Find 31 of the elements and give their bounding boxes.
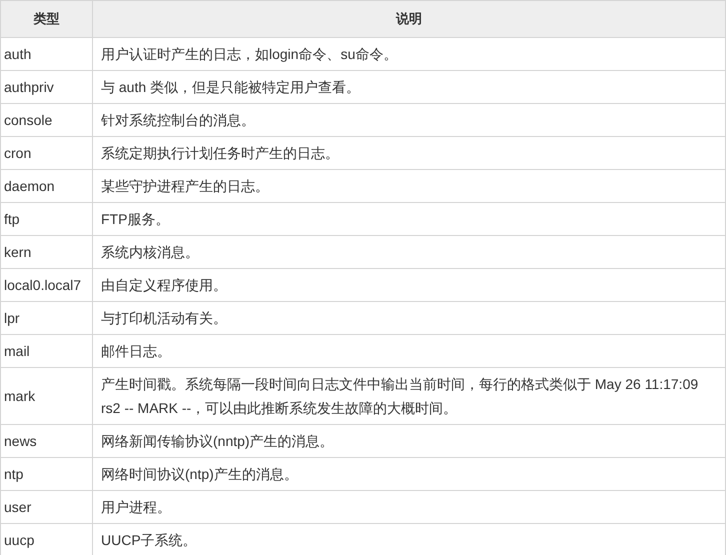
- column-header: 说明: [92, 0, 726, 38]
- table-cell: console: [0, 104, 92, 136]
- table-cell: 邮件日志。: [92, 334, 726, 368]
- table-cell: 系统定期执行计划任务时产生的日志。: [92, 136, 726, 170]
- table-cell: 针对系统控制台的消息。: [92, 104, 726, 136]
- table-cell: 某些守护进程产生的日志。: [92, 170, 726, 202]
- table-cell: 用户认证时产生的日志，如login命令、su命令。: [92, 38, 726, 70]
- table-cell: 网络新闻传输协议(nntp)产生的消息。: [92, 424, 726, 458]
- table-cell: news: [0, 424, 92, 458]
- table-cell: local0.local7: [0, 268, 92, 302]
- table-cell: user: [0, 490, 92, 524]
- table-cell: 由自定义程序使用。: [92, 268, 726, 302]
- table-cell: 与 auth 类似，但是只能被特定用户查看。: [92, 70, 726, 104]
- table-cell: auth: [0, 38, 92, 70]
- table-cell: kern: [0, 236, 92, 268]
- table-cell: mark: [0, 368, 92, 424]
- column-header: 类型: [0, 0, 92, 38]
- table-cell: 与打印机活动有关。: [92, 302, 726, 334]
- table-cell: uucp: [0, 524, 92, 555]
- table-cell: authpriv: [0, 70, 92, 104]
- table-cell: 产生时间戳。系统每隔一段时间向日志文件中输出当前时间，每行的格式类似于 May 26 11:17:09 rs2 -- MARK --，可以由此推断系统发生故障的大概时间。: [92, 368, 726, 424]
- table-cell: 网络时间协议(ntp)产生的消息。: [92, 458, 726, 490]
- table-cell: mail: [0, 334, 92, 368]
- table-cell: ftp: [0, 202, 92, 236]
- table-cell: ntp: [0, 458, 92, 490]
- table-cell: lpr: [0, 302, 92, 334]
- table-cell: FTP服务。: [92, 202, 726, 236]
- table-cell: 用户进程。: [92, 490, 726, 524]
- table-cell: daemon: [0, 170, 92, 202]
- table-cell: 系统内核消息。: [92, 236, 726, 268]
- table-cell: cron: [0, 136, 92, 170]
